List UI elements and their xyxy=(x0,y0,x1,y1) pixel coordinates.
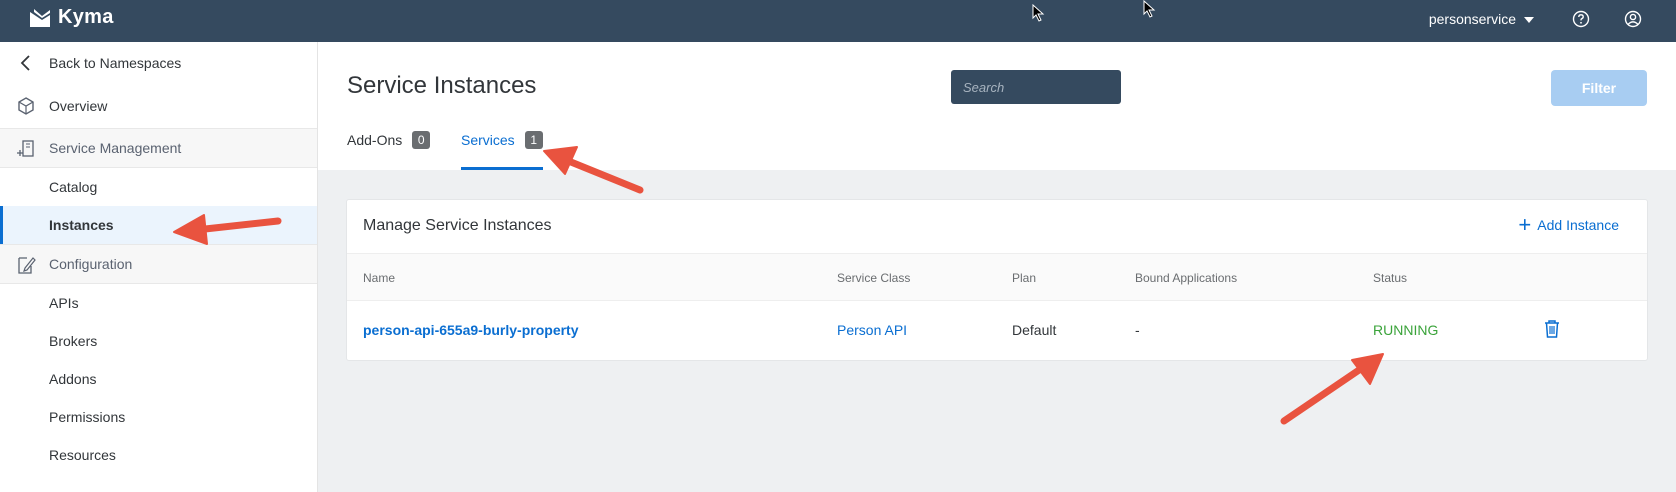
page-title: Service Instances xyxy=(347,72,537,99)
tab-services[interactable]: Services 1 xyxy=(461,131,543,170)
tab-add-ons[interactable]: Add-Ons 0 xyxy=(347,131,431,170)
cube-icon xyxy=(18,97,34,115)
help-icon[interactable] xyxy=(1572,10,1590,28)
sidebar-item-resources[interactable]: Resources xyxy=(0,436,317,474)
panel-title: Manage Service Instances xyxy=(363,217,552,234)
add-instance-button[interactable]: + Add Instance xyxy=(1518,212,1619,237)
tab-label: Add-Ons xyxy=(347,132,403,148)
namespace-user-menu[interactable]: personservice xyxy=(1429,11,1534,27)
bound-applications-value: - xyxy=(1135,322,1140,338)
column-header-service-class[interactable]: Service Class xyxy=(837,271,910,285)
status-badge: RUNNING xyxy=(1373,322,1439,338)
sidebar-item-apis[interactable]: APIs xyxy=(0,284,317,322)
column-header-status[interactable]: Status xyxy=(1373,271,1407,285)
plus-icon: + xyxy=(1518,212,1532,237)
addons-label: Addons xyxy=(49,371,97,387)
mouse-cursor-icon xyxy=(1032,4,1045,22)
sidebar-item-instances[interactable]: Instances xyxy=(0,206,317,244)
back-to-namespaces-link[interactable]: Back to Namespaces xyxy=(0,42,317,84)
permissions-label: Permissions xyxy=(49,409,126,425)
column-header-bound-applications[interactable]: Bound Applications xyxy=(1135,271,1237,285)
app-name: Kyma xyxy=(58,6,114,28)
shell-bar: Kyma personservice xyxy=(0,0,1676,42)
annotation-arrow-status xyxy=(1280,353,1384,425)
back-label: Back to Namespaces xyxy=(49,55,182,71)
column-header-plan[interactable]: Plan xyxy=(1012,271,1036,285)
caret-down-icon xyxy=(1524,17,1534,23)
sidebar-item-addons[interactable]: Addons xyxy=(0,360,317,398)
filter-button[interactable]: Filter xyxy=(1551,70,1647,106)
sidebar-item-brokers[interactable]: Brokers xyxy=(0,322,317,360)
service-class-link[interactable]: Person API xyxy=(837,322,907,338)
add-instance-label: Add Instance xyxy=(1537,217,1619,233)
column-header-name[interactable]: Name xyxy=(363,271,395,285)
search-input[interactable] xyxy=(951,70,1121,104)
section-label: Configuration xyxy=(49,256,133,272)
page-header: Service Instances Filter Add-Ons 0 Servi… xyxy=(318,42,1676,170)
catalog-label: Catalog xyxy=(49,179,98,195)
sidebar-item-permissions[interactable]: Permissions xyxy=(0,398,317,436)
sidebar-item-catalog[interactable]: Catalog xyxy=(0,168,317,206)
chevron-left-icon xyxy=(20,55,30,71)
kyma-logo-icon xyxy=(30,8,50,27)
sidebar-section-service-management[interactable]: Service Management xyxy=(0,128,317,168)
section-label: Service Management xyxy=(49,140,182,156)
count-badge: 0 xyxy=(412,131,431,149)
instance-name-link[interactable]: person-api-655a9-burly-property xyxy=(363,322,579,338)
sidebar-section-configuration[interactable]: Configuration xyxy=(0,244,317,284)
mouse-cursor-icon xyxy=(1143,0,1156,18)
manage-instances-panel: Manage Service Instances + Add Instance … xyxy=(346,199,1648,361)
delete-icon[interactable] xyxy=(1543,319,1561,339)
resources-label: Resources xyxy=(49,447,116,463)
tab-label: Services xyxy=(461,132,515,148)
kyma-logo[interactable]: Kyma xyxy=(28,6,114,29)
table-row: person-api-655a9-burly-property Person A… xyxy=(347,301,1647,361)
user-profile-icon[interactable] xyxy=(1624,10,1642,28)
apis-label: APIs xyxy=(49,295,79,311)
user-name: personservice xyxy=(1428,11,1516,27)
table-header: Name Service Class Plan Bound Applicatio… xyxy=(347,253,1647,301)
sidebar: Back to Namespaces Overview Service Mana… xyxy=(0,42,318,492)
overview-label: Overview xyxy=(49,98,108,114)
service-management-icon xyxy=(17,140,34,157)
brokers-label: Brokers xyxy=(49,333,98,349)
instances-label: Instances xyxy=(49,217,114,233)
count-badge: 1 xyxy=(524,131,543,149)
plan-value: Default xyxy=(1012,322,1057,338)
edit-document-icon xyxy=(18,257,36,274)
sidebar-item-overview[interactable]: Overview xyxy=(0,84,317,128)
